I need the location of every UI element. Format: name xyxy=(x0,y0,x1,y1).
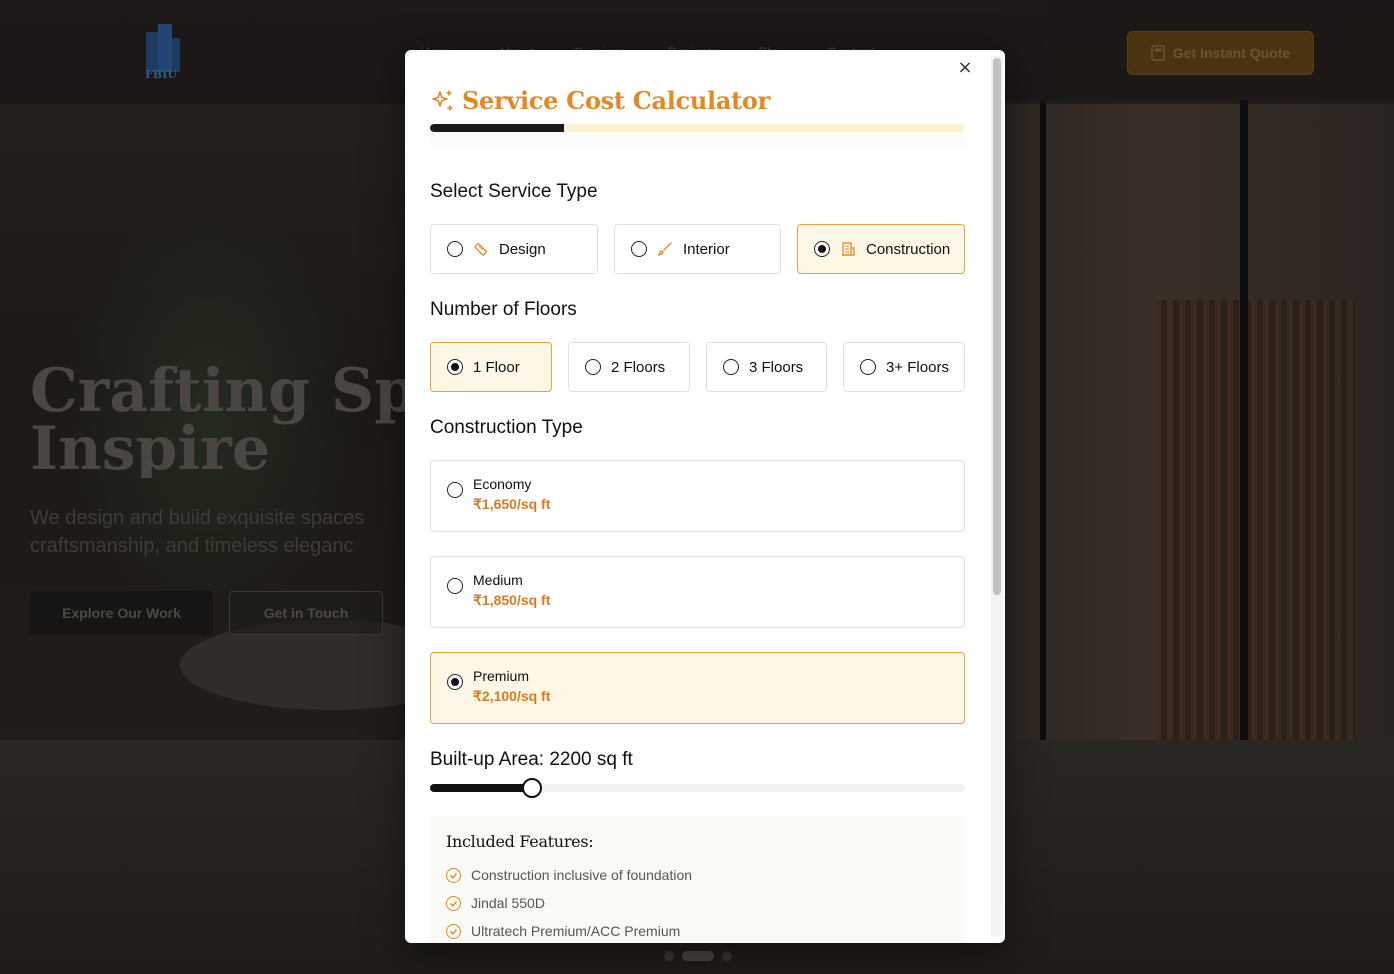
area-slider-thumb[interactable] xyxy=(521,778,542,798)
check-circle-icon xyxy=(446,867,461,883)
service-option-label: Construction xyxy=(866,240,951,258)
construction-option-name: Premium xyxy=(473,668,530,684)
radio-button[interactable] xyxy=(447,482,463,498)
modal-header: Service Cost Calculator xyxy=(430,86,770,115)
construction-option-price: ₹2,100/sq ft xyxy=(473,688,551,704)
site-logo[interactable]: FBIU xyxy=(138,24,184,81)
get-in-touch-button[interactable]: Get in Touch xyxy=(229,591,383,635)
service-option-interior[interactable]: Interior xyxy=(614,224,781,274)
floor-option-label: 2 Floors xyxy=(611,358,666,376)
feature-text: Jindal 550D xyxy=(471,895,545,911)
ruler-icon xyxy=(474,243,487,256)
construction-type-label: Construction Type xyxy=(430,417,583,438)
area-slider[interactable] xyxy=(430,778,965,798)
hero-subtitle: We design and build exquisite spaces cra… xyxy=(30,504,410,560)
construction-option-medium[interactable]: Medium ₹1,850/sq ft xyxy=(430,556,965,628)
construction-option-economy[interactable]: Economy ₹1,650/sq ft xyxy=(430,460,965,532)
radio-button[interactable] xyxy=(447,241,463,257)
construction-option-premium[interactable]: Premium ₹2,100/sq ft xyxy=(430,652,965,724)
radio-button[interactable] xyxy=(585,359,601,375)
floor-option-3[interactable]: 3 Floors xyxy=(706,342,827,392)
modal-content[interactable]: × Service Cost Calculator Select Service… xyxy=(405,50,990,943)
service-option-design[interactable]: Design xyxy=(430,224,598,274)
carousel-dots xyxy=(664,951,732,961)
construction-option-name: Economy xyxy=(473,476,532,492)
building-icon xyxy=(842,242,855,256)
radio-button[interactable] xyxy=(447,578,463,594)
radio-button[interactable] xyxy=(860,359,876,375)
logo-text: FBIU xyxy=(145,68,177,81)
included-features-panel: Included Features: Construction inclusiv… xyxy=(430,816,965,943)
floor-option-label: 1 Floor xyxy=(473,358,520,376)
service-option-construction[interactable]: Construction xyxy=(797,224,965,274)
wood-slats xyxy=(1155,300,1355,800)
close-button[interactable]: × xyxy=(955,57,975,78)
features-title: Included Features: xyxy=(446,832,594,851)
get-quote-button[interactable]: Get Instant Quote xyxy=(1127,31,1314,75)
floor-option-2[interactable]: 2 Floors xyxy=(568,342,690,392)
radio-button-selected[interactable] xyxy=(447,359,463,375)
service-type-label: Select Service Type xyxy=(430,181,598,202)
floor-option-label: 3+ Floors xyxy=(886,358,949,376)
built-up-area-label: Built-up Area: 2200 sq ft xyxy=(430,749,633,770)
hero-title-line2: Inspire xyxy=(30,414,270,478)
header-divider xyxy=(430,132,965,148)
construction-option-price: ₹1,850/sq ft xyxy=(473,592,551,608)
brush-icon xyxy=(658,242,672,256)
feature-item: Ultratech Premium/ACC Premium xyxy=(446,917,949,943)
check-circle-icon xyxy=(446,923,461,939)
floor-option-1[interactable]: 1 Floor xyxy=(430,342,552,392)
cost-calculator-modal: × Service Cost Calculator Select Service… xyxy=(405,50,1005,943)
modal-scrollbar-thumb[interactable] xyxy=(993,58,1001,595)
carousel-dot[interactable] xyxy=(664,951,674,961)
floor-option-label: 3 Floors xyxy=(749,358,804,376)
feature-text: Ultratech Premium/ACC Premium xyxy=(471,923,681,939)
hero-subtitle-line2: craftsmanship, and timeless eleganc xyxy=(30,535,354,557)
modal-title: Service Cost Calculator xyxy=(462,86,770,115)
radio-button[interactable] xyxy=(723,359,739,375)
explore-work-button[interactable]: Explore Our Work xyxy=(30,591,213,635)
radio-button[interactable] xyxy=(631,241,647,257)
hero-title-line1: Crafting Space xyxy=(30,362,430,426)
feature-item: Construction inclusive of foundation xyxy=(446,861,949,889)
construction-option-name: Medium xyxy=(473,572,523,588)
service-option-label: Interior xyxy=(683,240,730,258)
get-quote-label: Get Instant Quote xyxy=(1172,45,1291,61)
feature-text: Construction inclusive of foundation xyxy=(471,867,693,883)
area-slider-fill xyxy=(430,784,532,792)
floor-option-3-plus[interactable]: 3+ Floors xyxy=(843,342,965,392)
calculator-icon xyxy=(1151,45,1165,61)
service-option-label: Design xyxy=(499,240,546,258)
radio-button-selected[interactable] xyxy=(447,674,463,690)
sparkles-icon xyxy=(432,89,453,111)
hero-subtitle-line1: We design and build exquisite spaces xyxy=(30,507,365,529)
construction-option-price: ₹1,650/sq ft xyxy=(473,496,551,512)
radio-button-selected[interactable] xyxy=(814,241,830,257)
check-circle-icon xyxy=(446,895,461,911)
hero-title: Crafting Space Inspire xyxy=(30,362,430,478)
floors-label: Number of Floors xyxy=(430,299,577,320)
step-progress-fill xyxy=(430,124,564,132)
carousel-dot-active[interactable] xyxy=(682,951,714,961)
feature-item: Jindal 550D xyxy=(446,889,949,917)
carousel-dot[interactable] xyxy=(722,951,732,961)
step-progress-bar xyxy=(430,124,965,132)
